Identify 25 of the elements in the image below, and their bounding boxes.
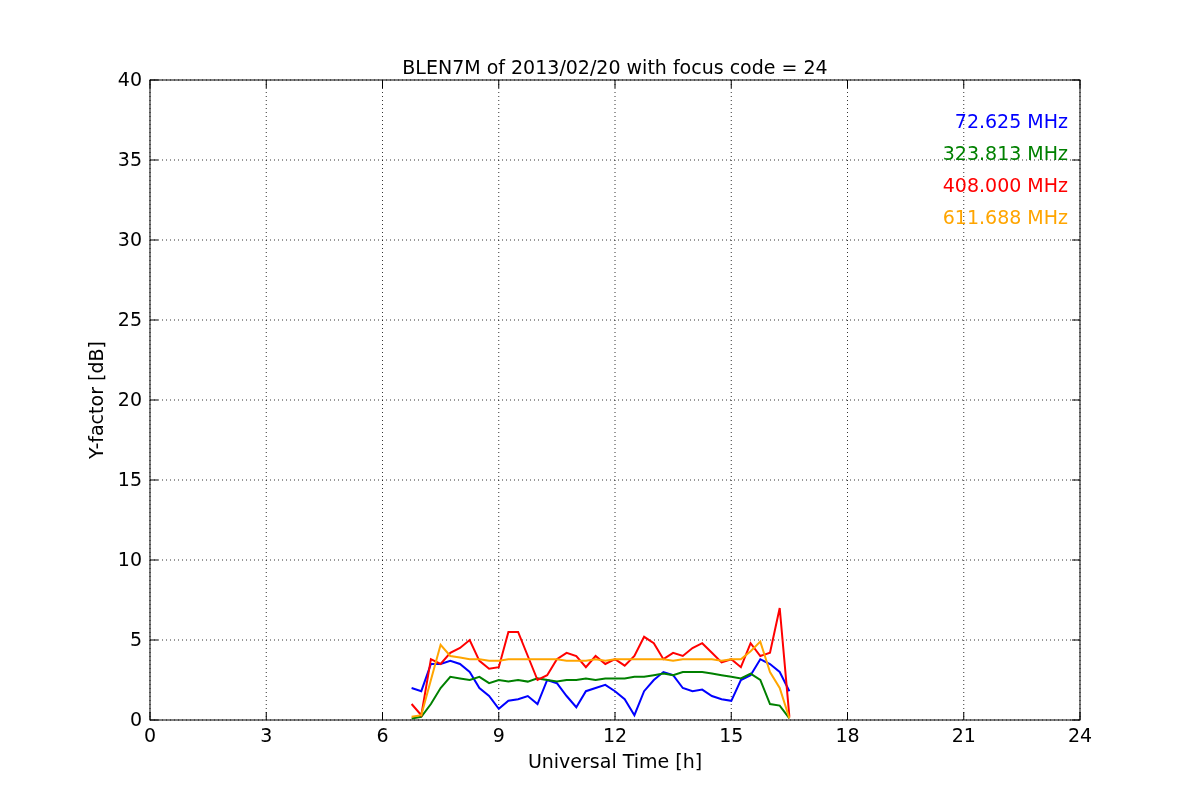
legend-entry: 408.000 MHz [942, 174, 1068, 196]
x-tick-label: 0 [143, 724, 157, 746]
y-tick-label: 0 [129, 708, 142, 730]
y-axis-label: Y-factor [dB] [85, 341, 107, 459]
chart-title: BLEN7M of 2013/02/20 with focus code = 24 [402, 56, 828, 78]
x-tick-label: 12 [602, 724, 628, 746]
y-tick-label: 5 [129, 628, 142, 650]
y-tick-label: 25 [117, 308, 142, 330]
y-tick-label: 30 [117, 228, 142, 250]
x-tick-label: 15 [719, 724, 744, 746]
legend-entry: 323.813 MHz [942, 142, 1068, 164]
y-tick-label: 35 [117, 148, 142, 170]
x-tick-label: 9 [492, 724, 505, 746]
y-tick-label: 15 [117, 468, 142, 490]
legend-entry: 611.688 MHz [942, 206, 1068, 228]
x-axis-label: Universal Time [h] [527, 750, 703, 772]
y-tick-label: 40 [117, 68, 142, 90]
y-tick-label: 10 [117, 548, 142, 570]
x-tick-label: 3 [260, 724, 273, 746]
x-tick-label: 21 [951, 724, 976, 746]
x-tick-label: 18 [835, 724, 860, 746]
y-tick-label: 20 [117, 388, 142, 410]
x-tick-label: 24 [1067, 724, 1093, 746]
x-tick-label: 6 [376, 724, 389, 746]
legend-entry: 72.625 MHz [954, 110, 1068, 132]
